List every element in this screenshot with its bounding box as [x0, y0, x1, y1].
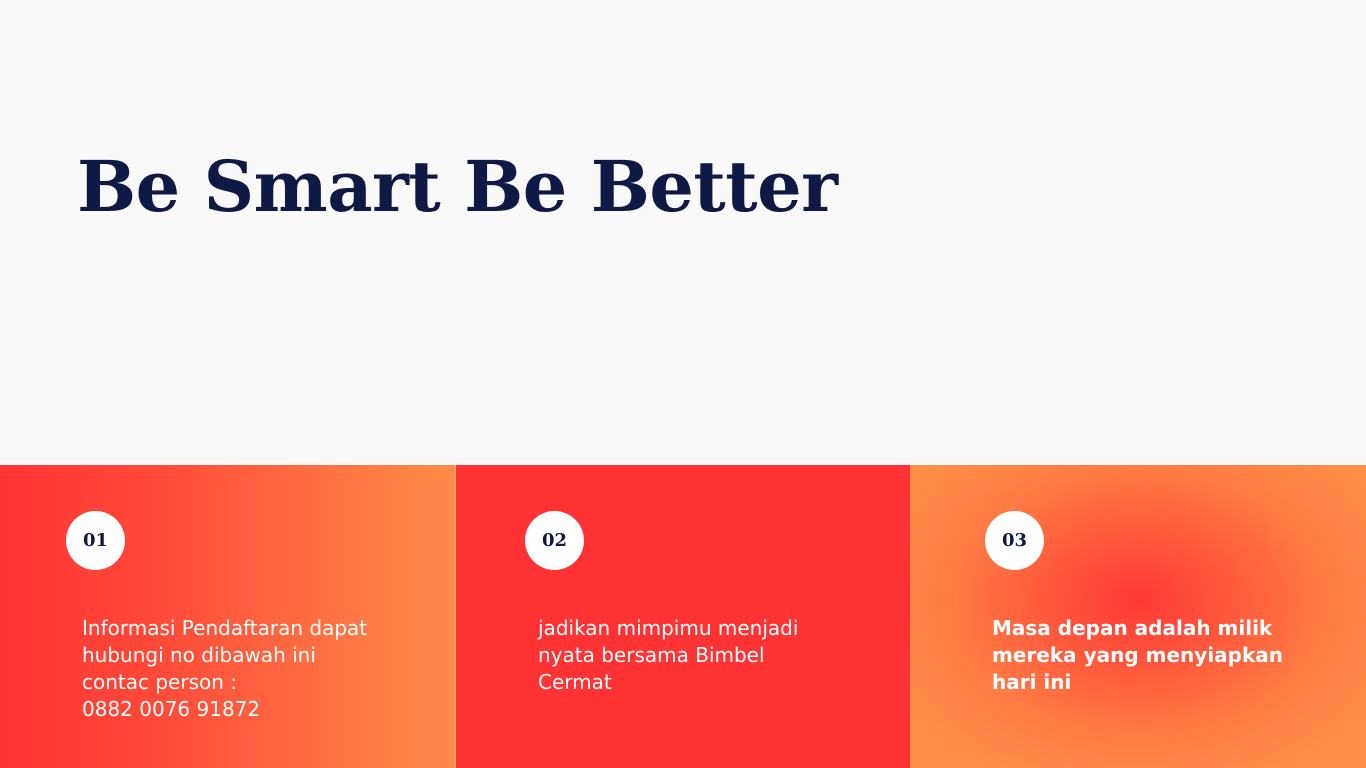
dreams-text: jadikan mimpimu menjadi nyata bersama Bi… — [538, 616, 799, 694]
step-number-badge: 02 — [525, 511, 584, 570]
future-quote-text: Masa depan adalah milik mereka yang meny… — [992, 616, 1284, 694]
step-number-badge: 01 — [66, 511, 125, 570]
info-panel-future: 03 Masa depan adalah milik mereka yang m… — [910, 465, 1366, 768]
step-number-badge: 03 — [985, 511, 1044, 570]
info-panel-registration: 01 Informasi Pendaftaran dapat hubungi n… — [0, 465, 455, 768]
info-panels: 01 Informasi Pendaftaran dapat hubungi n… — [0, 465, 1366, 768]
registration-info-text: Informasi Pendaftaran dapat hubungi no d… — [82, 616, 368, 721]
page-title: Be Smart Be Better — [77, 145, 838, 228]
info-panel-dreams: 02 jadikan mimpimu menjadi nyata bersama… — [455, 465, 910, 768]
